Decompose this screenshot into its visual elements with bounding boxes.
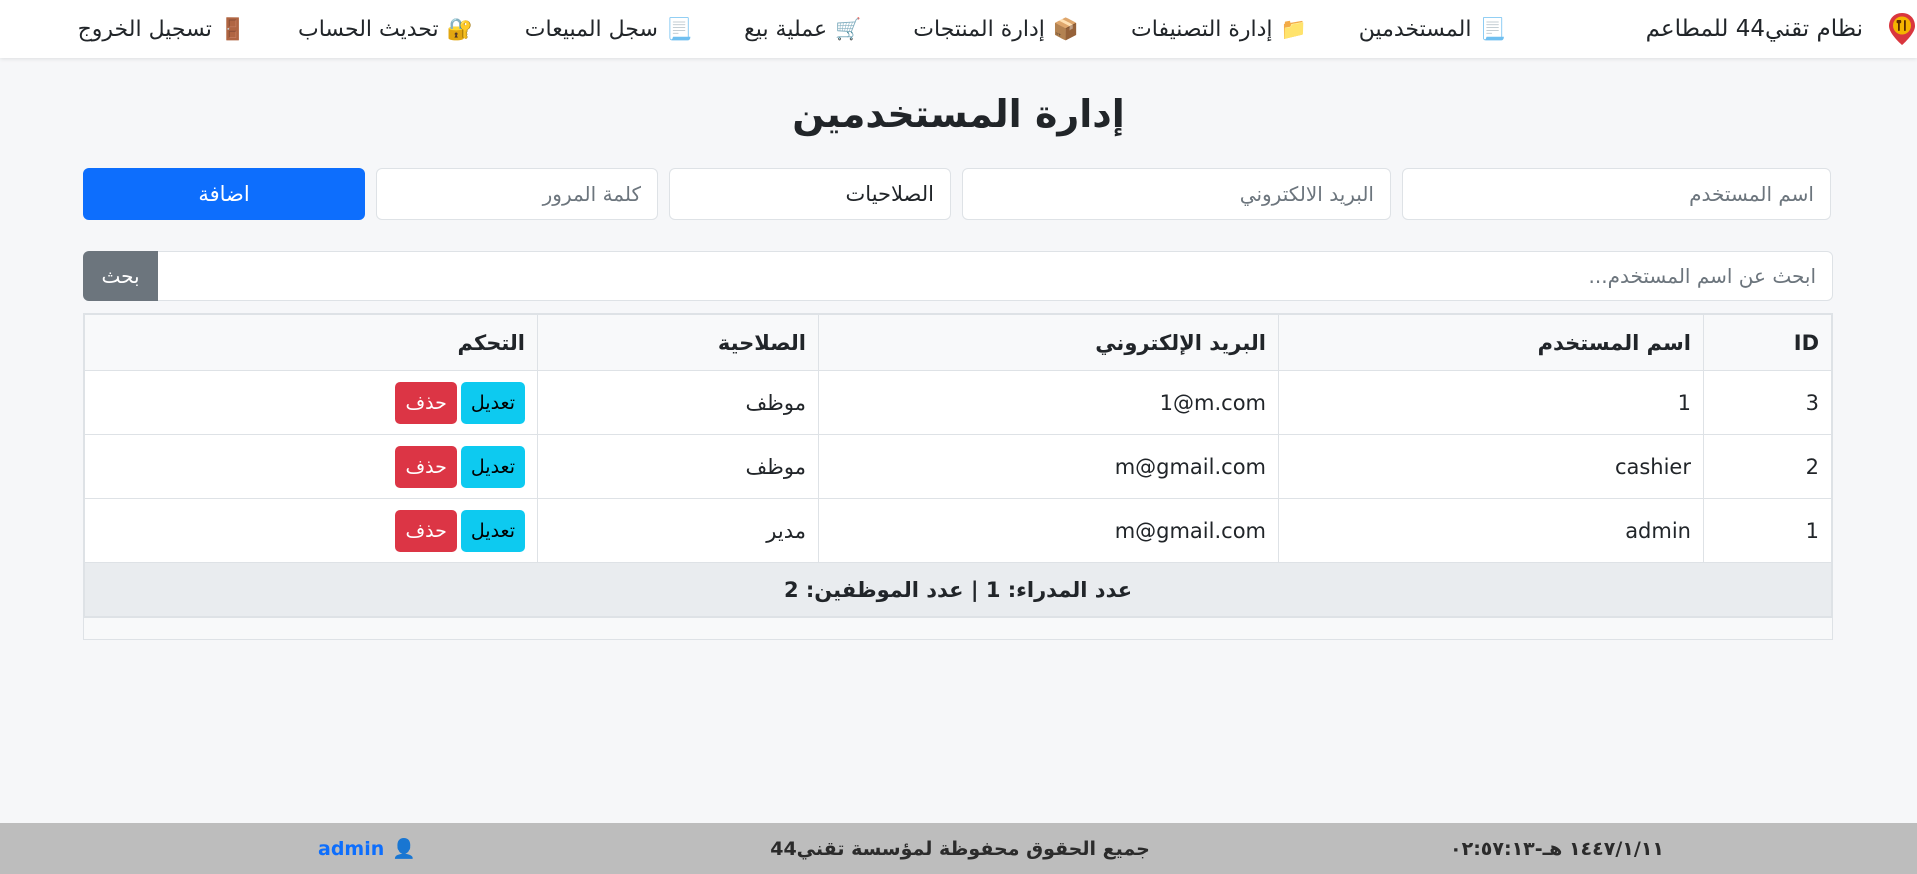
user-icon: 👤	[392, 838, 416, 860]
table-row: 2 cashier m@gmail.com موظف تعديل حذف	[84, 434, 1832, 499]
cell-email: m@gmail.com	[818, 434, 1279, 499]
nav-item-logout[interactable]: 🚪 تسجيل الخروج	[78, 17, 246, 42]
cell-username: admin	[1278, 498, 1704, 563]
cell-id: 1	[1703, 498, 1832, 563]
document-icon: 📃	[1479, 16, 1506, 41]
cell-username: cashier	[1278, 434, 1704, 499]
restaurant-logo-icon	[1889, 13, 1915, 45]
cell-id: 2	[1703, 434, 1832, 499]
search-button[interactable]: بحث	[83, 251, 158, 301]
header-username: اسم المستخدم	[1278, 314, 1704, 371]
users-table: ID اسم المستخدم البريد الإلكتروني الصلاح…	[84, 314, 1832, 617]
nav-item-label: سجل المبيعات	[524, 16, 658, 42]
top-navbar: نظام تقني44 للمطاعم 📃 المستخدمين 📁 إدارة…	[0, 0, 1917, 58]
cell-email: 1@m.com	[818, 370, 1279, 435]
delete-button[interactable]: حذف	[395, 509, 457, 552]
role-select-value: الصلاحيات	[845, 182, 934, 206]
cell-username: 1	[1278, 370, 1704, 435]
nav-item-products[interactable]: 📦 إدارة المنتجات	[913, 17, 1079, 42]
username-field[interactable]	[1402, 168, 1831, 220]
nav-links: 📃 المستخدمين 📁 إدارة التصنيفات 📦 إدارة ا…	[26, 17, 1506, 42]
nav-item-label: عملية بيع	[744, 16, 828, 42]
cart-icon: 🛒	[835, 16, 862, 41]
users-table-container: ID اسم المستخدم البريد الإلكتروني الصلاح…	[83, 313, 1833, 640]
search-bar: بحث	[83, 251, 1833, 301]
document-icon: 📃	[665, 16, 693, 41]
nav-item-sale[interactable]: 🛒 عملية بيع	[744, 17, 861, 42]
footer-user: admin 👤	[318, 823, 416, 874]
header-role: الصلاحية	[537, 314, 819, 371]
edit-button[interactable]: تعديل	[460, 509, 525, 552]
nav-item-categories[interactable]: 📁 إدارة التصنيفات	[1131, 17, 1307, 42]
cell-role: موظف	[537, 434, 819, 499]
header-actions: التحكم	[84, 314, 538, 371]
brand[interactable]: نظام تقني44 للمطاعم	[1646, 12, 1917, 46]
nav-item-sales-log[interactable]: 📃 سجل المبيعات	[525, 17, 692, 42]
password-field[interactable]	[376, 168, 658, 220]
table-bottom-strip	[84, 617, 1832, 639]
cell-role: موظف	[537, 370, 819, 435]
nav-item-label: تسجيل الخروج	[77, 16, 212, 42]
table-row: 3 1 1@m.com موظف تعديل حذف	[84, 370, 1832, 435]
delete-button[interactable]: حذف	[395, 381, 457, 424]
datetime-text: ١٤٤٧/١/١١ هـ-٠٢:٥٧:١٣	[1450, 837, 1665, 860]
page-title: إدارة المستخدمين	[792, 92, 1125, 136]
table-header-row: ID اسم المستخدم البريد الإلكتروني الصلاح…	[84, 314, 1832, 371]
nav-item-label: تحديث الحساب	[297, 16, 439, 42]
cell-id: 3	[1703, 370, 1832, 435]
nav-item-label: المستخدمين	[1358, 16, 1472, 42]
cell-actions: تعديل حذف	[84, 370, 538, 435]
role-select[interactable]: الصلاحيات	[669, 168, 951, 220]
nav-item-users[interactable]: 📃 المستخدمين	[1359, 17, 1506, 42]
package-icon: 📦	[1052, 16, 1080, 41]
cell-email: m@gmail.com	[818, 498, 1279, 563]
cell-actions: تعديل حذف	[84, 434, 538, 499]
summary-text: عدد المدراء: 1 | عدد الموظفين: 2	[84, 562, 1832, 617]
brand-title: نظام تقني44 للمطاعم	[1645, 16, 1863, 42]
nav-item-label: إدارة التصنيفات	[1131, 16, 1273, 42]
folder-icon: 📁	[1280, 16, 1307, 41]
email-field[interactable]	[962, 168, 1391, 220]
table-summary-row: عدد المدراء: 1 | عدد الموظفين: 2	[84, 562, 1832, 617]
door-icon: 🚪	[219, 16, 246, 41]
footer: admin 👤 جميع الحقوق محفوظة لمؤسسة تقني44…	[0, 823, 1917, 874]
nav-item-label: إدارة المنتجات	[913, 16, 1045, 42]
edit-button[interactable]: تعديل	[460, 381, 525, 424]
username-label: admin	[318, 837, 385, 860]
header-email: البريد الإلكتروني	[818, 314, 1279, 371]
add-user-button[interactable]: اضافة	[83, 168, 365, 220]
edit-button[interactable]: تعديل	[460, 445, 525, 488]
lock-icon: 🔐	[446, 16, 473, 41]
nav-item-update-account[interactable]: 🔐 تحديث الحساب	[298, 17, 473, 42]
cell-role: مدير	[537, 498, 819, 563]
cell-actions: تعديل حذف	[84, 498, 538, 563]
delete-button[interactable]: حذف	[395, 445, 457, 488]
copyright-text: جميع الحقوق محفوظة لمؤسسة تقني44	[770, 837, 1150, 860]
add-user-form: اضافة الصلاحيات	[83, 168, 1833, 220]
table-row: 1 admin m@gmail.com مدير تعديل حذف	[84, 498, 1832, 563]
header-id: ID	[1703, 314, 1832, 371]
search-input[interactable]	[158, 251, 1833, 301]
